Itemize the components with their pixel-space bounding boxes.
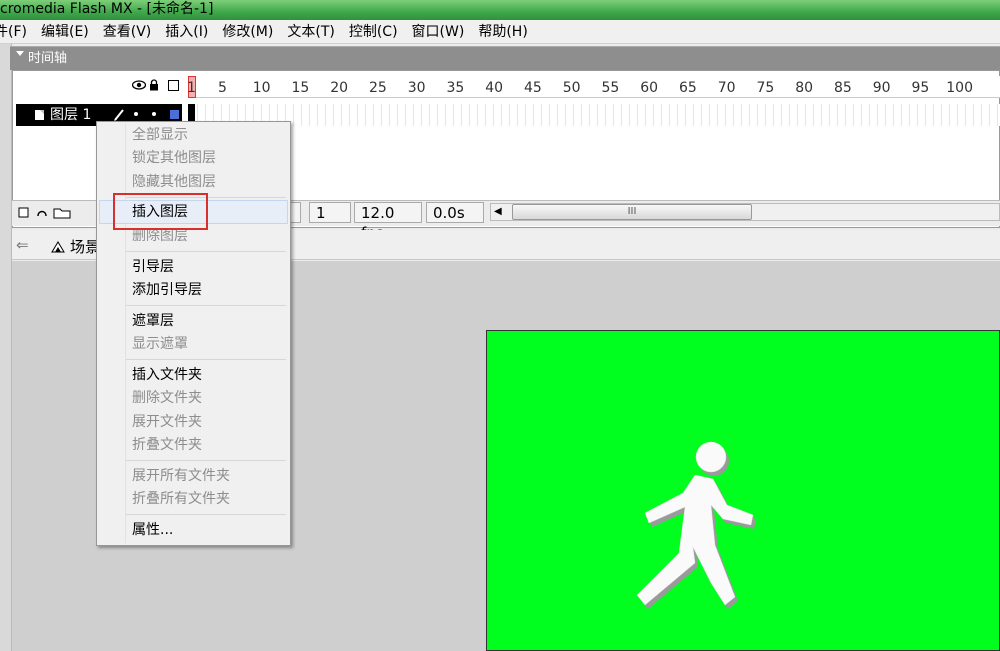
ruler-tick-label: 35	[446, 80, 465, 96]
ruler-tick-label: 70	[717, 80, 736, 96]
menu-view[interactable]: 查看(V)	[96, 20, 159, 44]
frame-cells[interactable]	[190, 104, 1000, 126]
elapsed-time: 0.0s	[426, 202, 484, 223]
menu-item-show-all: 全部显示	[132, 127, 188, 143]
ruler-tick-label: 85	[834, 80, 852, 96]
menu-item-delete-folder: 删除文件夹	[132, 390, 202, 406]
ruler-tick-label: 90	[872, 80, 891, 96]
tools-panel-edge	[0, 44, 12, 651]
ruler-tick-label: 15	[291, 80, 310, 96]
ruler-tick-label: 50	[562, 80, 581, 96]
layer-name: 图层 1	[50, 107, 92, 123]
menu-item-mask[interactable]: 遮罩层	[132, 311, 174, 331]
add-layer-icons[interactable]	[18, 205, 72, 219]
layer-header-row	[14, 76, 188, 98]
ruler-tick-label: 95	[911, 80, 930, 96]
menu-item-expand-folder: 展开文件夹	[132, 414, 202, 430]
stage[interactable]	[486, 330, 1000, 651]
menu-item-insert-folder[interactable]: 插入文件夹	[132, 365, 202, 385]
ruler-tick-label: 80	[795, 80, 814, 96]
back-arrow-icon[interactable]: ⇐	[16, 236, 29, 254]
ruler-tick-label: 75	[756, 80, 775, 96]
ruler-tick-label: 30	[407, 80, 426, 96]
ruler-tick-label: 100	[946, 80, 973, 96]
ruler-tick-label: 60	[640, 80, 659, 96]
ruler-tick-label: 25	[369, 80, 387, 96]
menu-control[interactable]: 控制(C)	[342, 20, 405, 44]
menu-window[interactable]: 窗口(W)	[405, 20, 472, 44]
menu-item-properties[interactable]: 属性...	[132, 520, 173, 540]
visibility-dot[interactable]	[134, 112, 138, 116]
lock-icon[interactable]	[149, 79, 159, 91]
menu-item-collapse-all-folders: 折叠所有文件夹	[132, 491, 230, 507]
ruler-tick-label: 40	[485, 80, 504, 96]
ruler-tick-label: 65	[679, 80, 697, 96]
current-frame: 1	[309, 202, 351, 223]
scene-icon	[51, 241, 65, 253]
ruler-tick-label: 20	[330, 80, 349, 96]
menu-item-guide[interactable]: 引导层	[132, 257, 174, 277]
menu-bar: 件(F) 编辑(E) 查看(V) 插入(I) 修改(M) 文本(T) 控制(C) 窗口(W) 帮…	[0, 20, 1000, 44]
pencil-icon	[114, 109, 124, 121]
collapse-triangle-icon[interactable]	[16, 51, 24, 56]
menu-item-expand-all-folders: 展开所有文件夹	[132, 468, 230, 484]
window-title: cromedia Flash MX - [未命名-1]	[0, 0, 1000, 20]
scroll-thumb[interactable]: III	[512, 204, 752, 220]
eye-icon[interactable]	[132, 80, 146, 90]
outline-square-icon[interactable]	[168, 80, 179, 91]
ruler-tick-label: 10	[252, 80, 271, 96]
frame-rate: 12.0 fps	[354, 202, 422, 242]
ruler-tick-label: 55	[601, 80, 620, 96]
ruler-tick-label: 1	[187, 80, 196, 96]
menu-item-show-masking: 显示遮罩	[132, 336, 188, 352]
menu-insert[interactable]: 插入(I)	[158, 20, 215, 44]
lock-dot[interactable]	[152, 112, 156, 116]
menu-item-add-motion-guide[interactable]: 添加引导层	[132, 280, 202, 300]
menu-item-collapse-folder: 折叠文件夹	[132, 437, 202, 453]
scroll-left-arrow-icon[interactable]: ◀	[494, 206, 502, 217]
timeline-title: 时间轴	[28, 51, 68, 66]
ruler-tick-label: 45	[524, 80, 542, 96]
menu-file[interactable]: 件(F)	[0, 20, 34, 44]
menu-edit[interactable]: 编辑(E)	[34, 20, 96, 44]
menu-text[interactable]: 文本(T)	[280, 20, 341, 44]
menu-item-hide-others: 隐藏其他图层	[132, 174, 216, 190]
ruler-tick-label: 5	[218, 80, 227, 96]
layer-page-icon	[35, 110, 44, 120]
annotation-highlight-box	[113, 193, 208, 230]
walking-figure-icon[interactable]	[623, 435, 763, 615]
timeline-panel-header[interactable]: 时间轴	[10, 46, 1000, 70]
menu-help[interactable]: 帮助(H)	[471, 20, 534, 44]
layer-outline-color[interactable]	[170, 110, 179, 119]
menu-modify[interactable]: 修改(M)	[215, 20, 280, 44]
menu-item-lock-others: 锁定其他图层	[132, 150, 216, 166]
